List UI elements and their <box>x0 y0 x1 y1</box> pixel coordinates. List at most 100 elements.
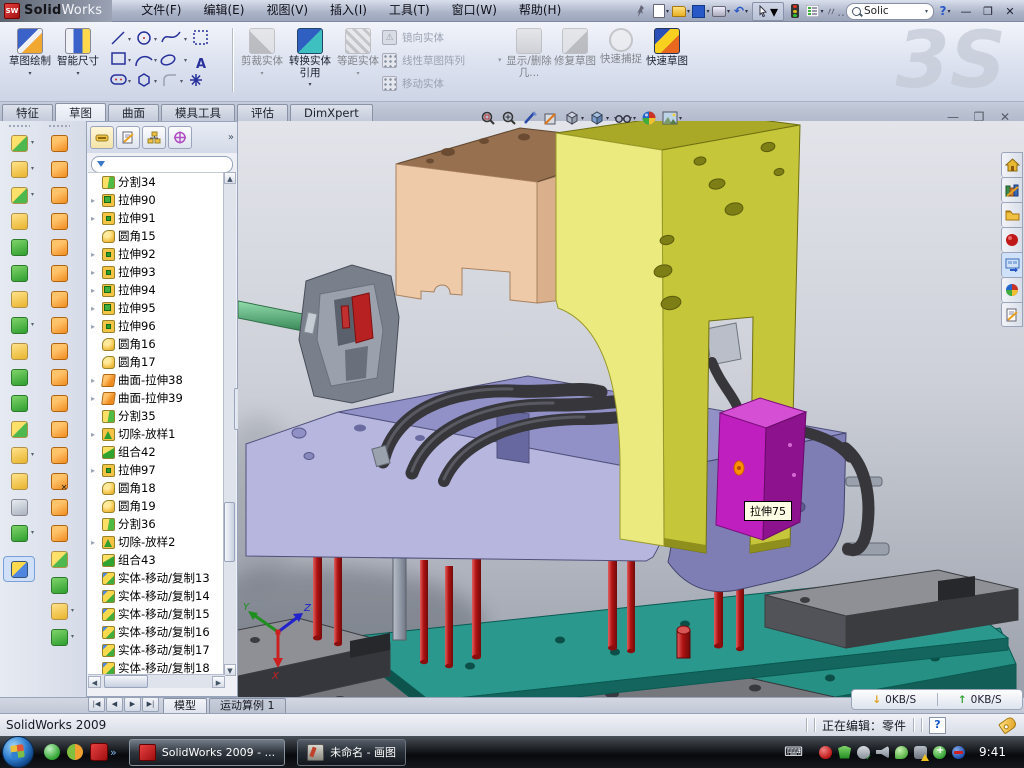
tags-icon[interactable] <box>998 715 1018 734</box>
scroll-down-icon[interactable]: ▼ <box>224 664 236 676</box>
expand-arrow-icon[interactable] <box>91 394 99 403</box>
undo-icon[interactable]: ↶▾ <box>732 3 750 19</box>
toolbar-button[interactable] <box>43 312 75 338</box>
tray-icon[interactable] <box>914 746 927 759</box>
command-button[interactable]: 修复草图 <box>552 25 598 97</box>
quick-launch-overflow-icon[interactable]: » <box>110 746 117 759</box>
tree-item[interactable]: 分割35 <box>88 407 226 425</box>
toolbar-button[interactable] <box>3 364 35 390</box>
command-button[interactable]: 快速草图 <box>644 25 690 97</box>
scroll-up-icon[interactable]: ▲ <box>224 172 236 184</box>
expand-arrow-icon[interactable] <box>91 286 99 295</box>
menu-item[interactable]: 视图(V) <box>255 0 319 21</box>
zoom-to-area-icon[interactable] <box>501 110 517 126</box>
tree-item[interactable]: 圆角15 <box>88 227 226 245</box>
quick-launch-icon[interactable] <box>44 744 60 760</box>
tree-item[interactable]: 分割34 <box>88 173 226 191</box>
tree-item[interactable]: 拉伸95 <box>88 299 226 317</box>
new-document-icon[interactable]: ▾ <box>652 3 670 19</box>
expand-arrow-icon[interactable] <box>91 322 99 331</box>
expand-arrow-icon[interactable] <box>91 376 99 385</box>
view-previous-icon[interactable] <box>522 110 538 126</box>
first-tab-icon[interactable]: |◀ <box>88 697 105 712</box>
toolbar-button[interactable] <box>3 468 35 494</box>
menu-item[interactable]: 工具(T) <box>378 0 441 21</box>
tree-item[interactable]: 拉伸92 <box>88 245 226 263</box>
expand-arrow-icon[interactable] <box>91 250 99 259</box>
keyboard-layout-icon[interactable]: ⌨ <box>784 745 803 760</box>
tree-item[interactable]: 组合43 <box>88 551 226 569</box>
command-button[interactable]: 显示/删除几... <box>506 25 552 97</box>
options-list-icon[interactable]: ▾ <box>806 3 824 19</box>
tree-item[interactable]: 拉伸93 <box>88 263 226 281</box>
tray-icon[interactable] <box>933 746 946 759</box>
ribbon-tab[interactable]: 曲面 <box>108 104 159 122</box>
tree-item[interactable]: 实体-移动/复制16 <box>88 623 226 641</box>
toolbar-button[interactable] <box>3 130 35 156</box>
ribbon-tab[interactable]: 评估 <box>237 104 288 122</box>
doc-minimize-icon[interactable]: — <box>945 110 961 124</box>
toolbar-button[interactable] <box>43 572 75 598</box>
expand-arrow-icon[interactable] <box>91 214 99 223</box>
section-view-icon[interactable] <box>543 110 559 126</box>
tree-filter-input[interactable] <box>91 156 233 173</box>
panel-tabs-overflow[interactable]: » <box>228 132 234 143</box>
solidworks-resources-icon[interactable] <box>1001 152 1023 177</box>
menu-item[interactable]: 插入(I) <box>319 0 378 21</box>
view-orientation-icon[interactable]: ▾ <box>564 110 584 126</box>
toolbar-button[interactable] <box>43 624 75 650</box>
doc-restore-icon[interactable]: ❐ <box>971 110 987 124</box>
toolbar-button[interactable] <box>43 520 75 546</box>
menu-item[interactable]: 窗口(W) <box>441 0 508 21</box>
select-cursor-icon[interactable]: ▾ <box>752 2 784 21</box>
tree-item[interactable]: 拉伸94 <box>88 281 226 299</box>
tree-item[interactable]: 圆角19 <box>88 497 226 515</box>
tree-item[interactable]: 拉伸90 <box>88 191 226 209</box>
tree-item[interactable]: 组合42 <box>88 443 226 461</box>
apply-scene-icon[interactable]: ▾ <box>662 111 682 125</box>
toolbar-button[interactable] <box>43 546 75 572</box>
command-row-button[interactable]: 移动实体 <box>382 72 502 95</box>
save-icon[interactable]: ▾ <box>692 3 710 19</box>
display-style-icon[interactable]: ▾ <box>589 110 609 126</box>
rebuild-traffic-light-icon[interactable] <box>786 3 804 19</box>
doc-close-icon[interactable]: ✕ <box>997 110 1013 124</box>
tab-dimxpertmanager[interactable] <box>168 126 192 149</box>
toolbar-button[interactable] <box>3 234 35 260</box>
command-row-button[interactable]: 线性草图阵列 <box>382 49 502 72</box>
toolbar-button[interactable] <box>43 182 75 208</box>
pin-icon[interactable] <box>632 3 650 19</box>
toolbar-button[interactable] <box>43 208 75 234</box>
command-row-button[interactable]: ⚠ 镜向实体 <box>382 26 502 49</box>
tray-icon[interactable] <box>819 746 832 759</box>
tree-item[interactable]: 圆角16 <box>88 335 226 353</box>
part-sprue-insert[interactable] <box>238 265 399 403</box>
tree-item[interactable]: 圆角17 <box>88 353 226 371</box>
command-button[interactable]: 智能尺寸 ▾ <box>54 25 102 97</box>
quick-launch-icon[interactable] <box>90 743 108 761</box>
prev-tab-icon[interactable]: ◀ <box>106 697 123 712</box>
toolbar-button[interactable] <box>3 182 35 208</box>
toolbar-button[interactable] <box>43 130 75 156</box>
network-monitor-overlay[interactable]: ↓ 0KB/S ↑ 0KB/S <box>851 689 1023 710</box>
edit-appearance-icon[interactable] <box>641 110 657 126</box>
next-tab-icon[interactable]: ▶ <box>124 697 141 712</box>
instant3d-button[interactable] <box>3 556 35 582</box>
command-button[interactable]: 快速捕捉 <box>598 25 644 97</box>
scroll-right-icon[interactable]: ▶ <box>212 676 225 688</box>
graphics-viewport[interactable]: Y Z X <box>238 121 1024 697</box>
tree-item[interactable]: 实体-移动/复制13 <box>88 569 226 587</box>
tab-configurationmanager[interactable] <box>142 126 166 149</box>
toolbar-button[interactable] <box>3 390 35 416</box>
tree-item[interactable]: 拉伸97 <box>88 461 226 479</box>
toolbar-button[interactable] <box>43 416 75 442</box>
toolbar-button[interactable] <box>3 494 35 520</box>
toolbar-grip[interactable] <box>8 124 30 128</box>
command-button[interactable]: 草图绘制 ▾ <box>6 25 54 97</box>
start-button[interactable] <box>2 736 34 768</box>
expand-arrow-icon[interactable] <box>91 268 99 277</box>
tree-item[interactable]: 分割36 <box>88 515 226 533</box>
toolbar-button[interactable] <box>43 390 75 416</box>
toolbar-button[interactable] <box>43 156 75 182</box>
menu-item[interactable]: 编辑(E) <box>193 0 256 21</box>
